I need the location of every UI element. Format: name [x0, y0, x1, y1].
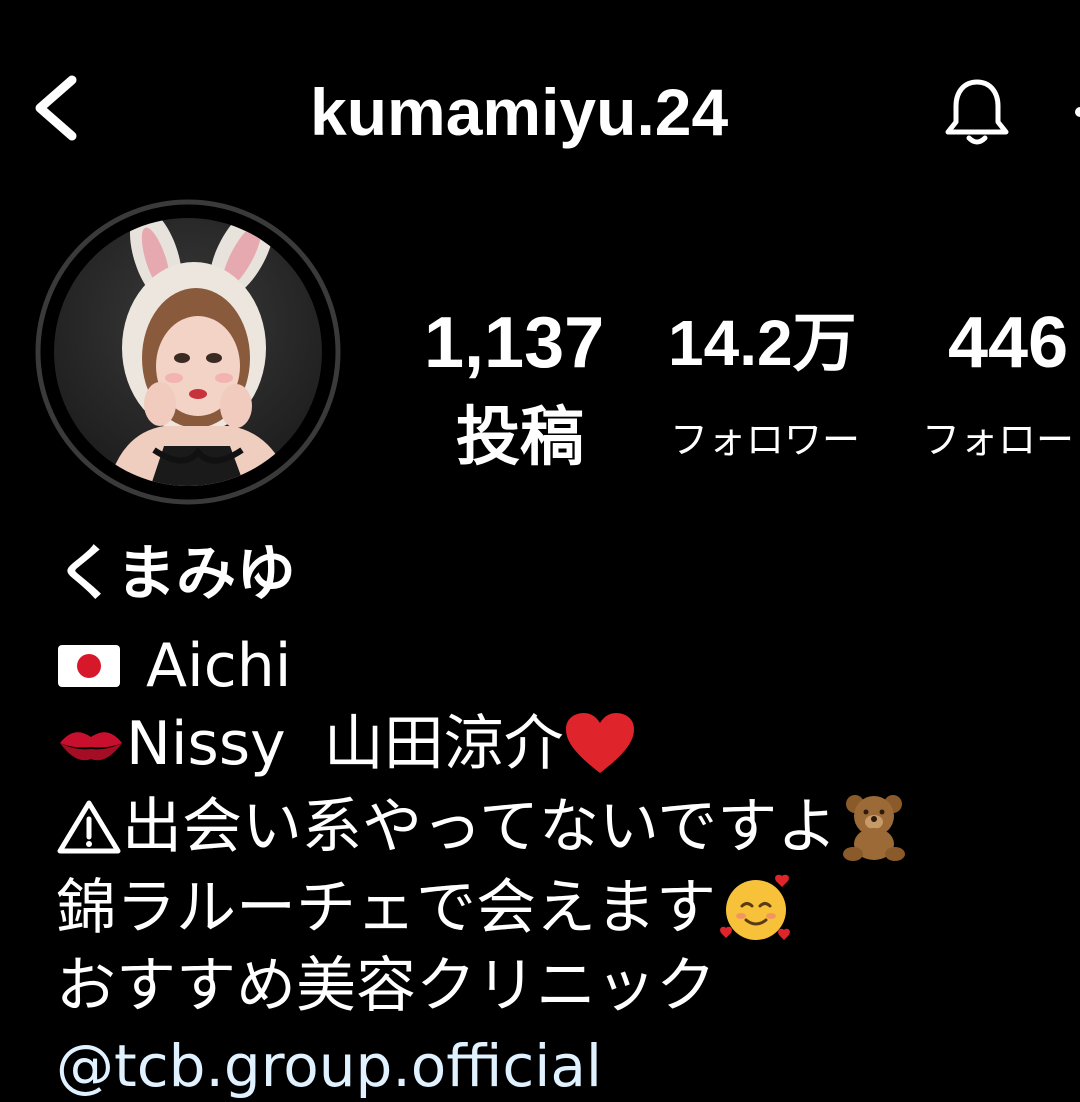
bio-clinic-line: おすすめ美容クリニック: [56, 950, 716, 1022]
bio-warning-line: 出会い系やってないですよ: [56, 790, 911, 864]
bio-shop-text: 錦ラルーチェで会えます: [56, 873, 716, 943]
smiling-face-with-hearts-icon: [720, 874, 790, 940]
warning-icon: [57, 800, 121, 854]
followers-label[interactable]: フォロワー: [670, 412, 860, 468]
posts-count[interactable]: 1,137: [424, 298, 604, 388]
bio-favorites-line: Nissy 山田涼介: [56, 708, 636, 780]
avatar[interactable]: [34, 198, 342, 506]
japan-flag-icon: [58, 645, 120, 687]
profile-username: kumamiyu.24: [310, 75, 729, 149]
bell-icon[interactable]: [940, 76, 1014, 148]
bio-favorites-text: Nissy 山田涼介: [126, 709, 564, 779]
chevron-left-icon[interactable]: [28, 68, 88, 148]
following-count[interactable]: 446: [948, 298, 1068, 388]
followers-count[interactable]: 14.2万: [668, 298, 857, 388]
bio-location-line: Aichi: [56, 630, 291, 702]
profile-display-name: くまみゆ: [56, 539, 296, 609]
bio-mention-link[interactable]: @tcb.group.official: [56, 1030, 602, 1102]
following-label[interactable]: フォロー: [922, 412, 1074, 468]
bio-location: Aichi: [146, 631, 292, 701]
red-heart-icon: [565, 713, 634, 773]
bio-shop-line: 錦ラルーチェで会えます: [56, 870, 796, 946]
bio-warning-text: 出会い系やってないですよ: [122, 792, 838, 862]
teddy-bear-icon: [843, 795, 906, 861]
bio-clinic-text: おすすめ美容クリニック: [56, 951, 716, 1021]
posts-label[interactable]: 投稿: [456, 398, 584, 478]
more-dots-icon[interactable]: [1066, 92, 1080, 132]
kiss-lips-icon: [60, 732, 122, 761]
